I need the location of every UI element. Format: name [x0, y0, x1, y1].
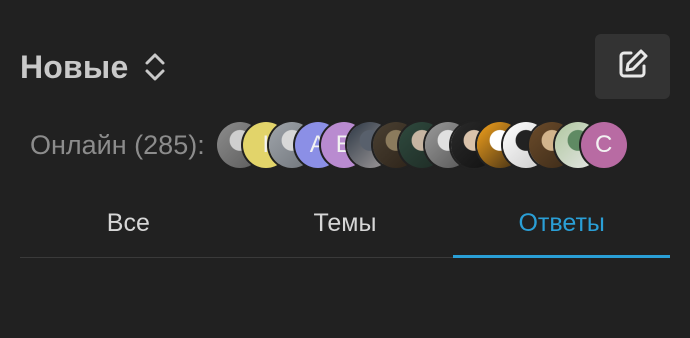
tab-replies[interactable]: Ответы — [453, 190, 670, 258]
tab-all[interactable]: Все — [20, 190, 237, 257]
edit-pencil-icon — [616, 47, 650, 86]
sort-up-down-icon[interactable] — [144, 52, 166, 82]
online-label: Онлайн (285): — [30, 129, 205, 160]
page-header: Новые — [20, 44, 166, 90]
tab-topics[interactable]: Темы — [237, 190, 454, 257]
page-title[interactable]: Новые — [20, 49, 128, 86]
user-avatar[interactable]: C — [580, 122, 627, 168]
online-users-row: Онлайн (285): IAEC — [30, 122, 627, 168]
online-avatars: IAEC — [216, 122, 627, 168]
compose-button[interactable] — [595, 34, 670, 99]
tab-bar: Все Темы Ответы — [20, 190, 670, 258]
